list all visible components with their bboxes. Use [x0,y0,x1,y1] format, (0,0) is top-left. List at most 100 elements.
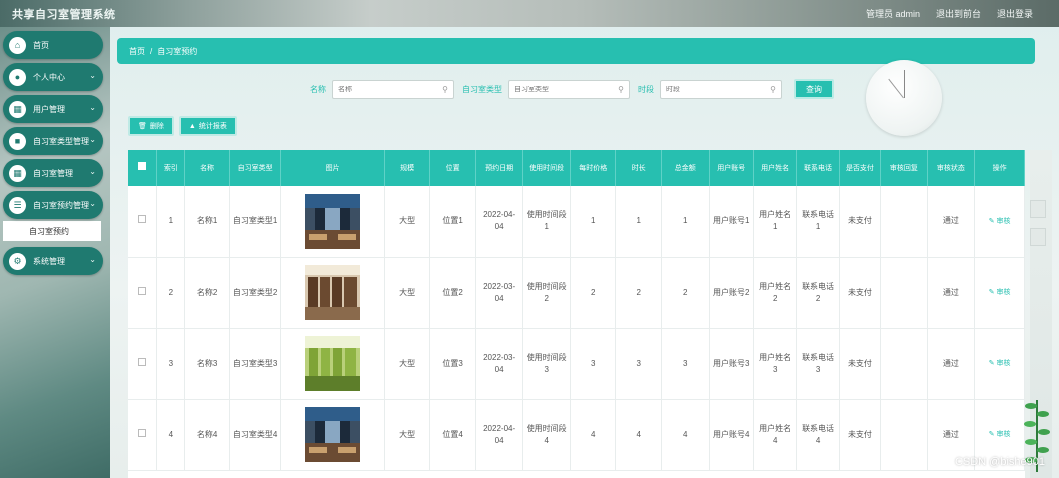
list-icon: ☰ [9,196,26,214]
audit-label: 审核 [996,217,1011,225]
table-header-row: 索引 名称 自习室类型 图片 规模 位置 预约日期 使用时间段 每时价格 时长 … [128,150,1025,186]
cell-price: 4 [570,399,617,471]
app-title: 共享自习室管理系统 [12,8,116,21]
cell-type: 自习室类型4 [229,399,282,471]
type-search-field[interactable]: ⚲ [508,79,630,99]
clock-decoration [866,60,942,136]
sidebar-item-reservations[interactable]: ☰ 自习室预约管理 ⌄ [3,191,103,219]
row-select[interactable] [128,257,158,329]
edit-icon: ✎ [988,289,995,296]
row-select[interactable] [128,328,158,400]
sidebar-item-system[interactable]: ⚙ 系统管理 ⌄ [3,247,103,275]
cell-reply [880,186,928,258]
stats-report-button[interactable]: ▲ 统计报表 [178,116,237,136]
sidebar-item-profile[interactable]: ● 个人中心 ⌄ [3,63,103,91]
cell-actions: ✎ 审核 [974,257,1025,329]
chevron-down-icon: ⌄ [89,255,96,264]
sidebar-item-rooms[interactable]: ▦ 自习室管理 ⌄ [3,159,103,187]
cell-total: 2 [661,257,710,329]
sidebar-item-home[interactable]: ⌂ 首页 [3,31,103,59]
delete-button[interactable]: 🗑 删除 [128,116,174,136]
cell-account: 用户账号1 [709,186,754,258]
period-search-input[interactable] [666,85,761,93]
cell-phone: 联系电话2 [796,257,840,329]
logout-link[interactable]: 退出登录 [997,7,1033,20]
name-search-field[interactable]: ⚲ [332,79,454,99]
column-header: 图片 [280,150,385,186]
sidebar-item-label: 首页 [33,40,49,50]
table-row: 2 名称2 自习室类型2 大型 位置2 2022-03-04 使用时间段2 2 … [128,257,1025,329]
scroll-handle[interactable] [1030,228,1046,246]
sidebar-item-users[interactable]: ▦ 用户管理 ⌄ [3,95,103,123]
audit-button[interactable]: ✎ 审核 [989,289,1011,296]
cell-index: 1 [156,186,186,258]
cell-type: 自习室类型1 [229,186,282,258]
cell-index: 2 [156,257,186,329]
row-select[interactable] [128,399,158,471]
cell-username: 用户姓名3 [753,328,798,400]
column-header: 自习室类型 [229,150,282,186]
audit-button[interactable]: ✎ 审核 [989,218,1011,225]
cell-total: 1 [661,186,710,258]
cell-actions: ✎ 审核 [974,186,1025,258]
cell-total: 4 [661,399,710,471]
chevron-down-icon: ⌄ [89,71,96,80]
search-label-type: 自习室类型 [462,84,502,94]
sidebar-item-label: 用户管理 [33,104,65,114]
reservation-table: 索引 名称 自习室类型 图片 规模 位置 预约日期 使用时间段 每时价格 时长 … [128,150,1025,478]
top-right-area: 管理员 admin 退出到前台 退出登录 [866,7,1033,20]
checkbox[interactable] [138,357,147,366]
edit-icon: ✎ [988,431,995,438]
chart-icon: ▲ [188,122,196,130]
search-label-period: 时段 [638,84,654,94]
cell-name: 名称2 [184,257,230,329]
checkbox[interactable] [138,162,147,170]
audit-button[interactable]: ✎ 审核 [989,431,1011,438]
cell-index: 4 [156,399,186,471]
cell-status: 通过 [927,186,976,258]
cell-username: 用户姓名1 [753,186,798,258]
row-select[interactable] [128,186,158,258]
cell-date: 2022-04-04 [475,399,524,471]
cell-paid: 未支付 [839,399,882,471]
cell-reply [880,328,928,400]
cell-location: 位置1 [429,186,476,258]
cell-scale: 大型 [384,399,431,471]
search-label-name: 名称 [310,84,326,94]
cell-account: 用户账号2 [709,257,754,329]
room-photo [305,265,361,320]
header-select-all[interactable] [128,150,158,186]
column-header: 审核状态 [927,150,976,186]
chevron-down-icon: ⌄ [89,135,96,144]
checkbox[interactable] [138,215,147,224]
home-icon: ⌂ [9,36,26,54]
grid-icon: ▦ [9,164,26,182]
sidebar-item-room-types[interactable]: ■ 自习室类型管理 ⌄ [3,127,103,155]
checkbox[interactable] [138,428,147,437]
cell-image [280,257,385,329]
column-header: 审核回复 [880,150,928,186]
cell-paid: 未支付 [839,186,882,258]
column-header: 名称 [184,150,230,186]
query-button[interactable]: 查询 [794,79,834,99]
front-link[interactable]: 退出到前台 [936,7,981,20]
search-bar: 名称 ⚲ 自习室类型 ⚲ 时段 ⚲ 查询 [310,79,834,99]
column-header: 位置 [429,150,476,186]
cell-price: 3 [570,328,617,400]
cell-phone: 联系电话4 [796,399,840,471]
name-search-input[interactable] [338,85,433,93]
action-bar: 🗑 删除 ▲ 统计报表 [128,116,237,136]
edit-icon: ✎ [988,360,995,367]
breadcrumb-separator: / [150,46,153,56]
type-search-input[interactable] [514,85,609,93]
breadcrumb-current: 自习室预约 [157,46,198,56]
table-row: 4 名称4 自习室类型4 大型 位置4 2022-04-04 使用时间段4 4 … [128,399,1025,471]
column-header: 总金额 [661,150,710,186]
scroll-handle[interactable] [1030,200,1046,218]
audit-button[interactable]: ✎ 审核 [989,360,1011,367]
breadcrumb-home[interactable]: 首页 [129,46,145,57]
checkbox[interactable] [138,286,147,295]
period-search-field[interactable]: ⚲ [660,79,782,99]
clock-hand [888,78,904,99]
sidebar-subitem-reservation[interactable]: 自习室预约 [3,221,101,241]
